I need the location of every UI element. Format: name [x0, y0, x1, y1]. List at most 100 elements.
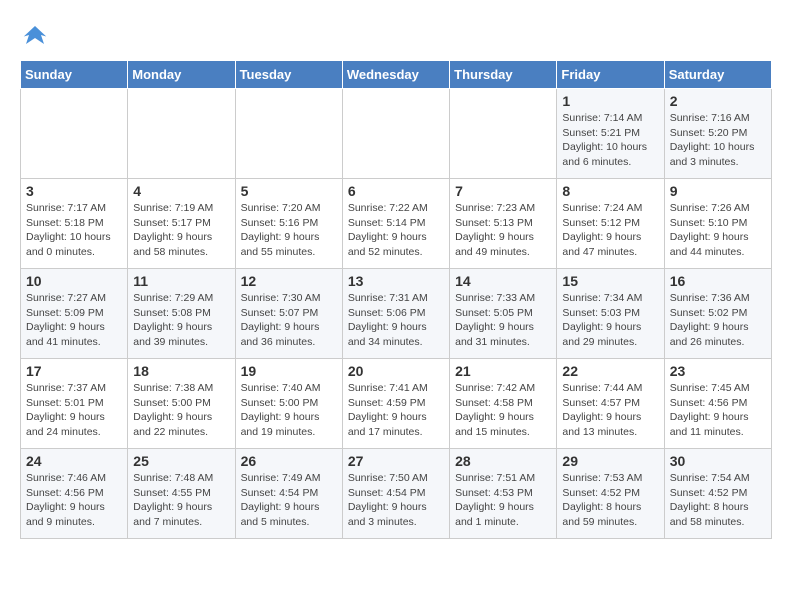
day-info: Sunrise: 7:26 AM Sunset: 5:10 PM Dayligh… — [670, 201, 766, 260]
day-info: Sunrise: 7:53 AM Sunset: 4:52 PM Dayligh… — [562, 471, 658, 530]
calendar-table: SundayMondayTuesdayWednesdayThursdayFrid… — [20, 60, 772, 539]
calendar-cell: 29 Sunrise: 7:53 AM Sunset: 4:52 PM Dayli… — [557, 449, 664, 539]
day-number: 23 — [670, 363, 766, 379]
calendar-cell: 4 Sunrise: 7:19 AM Sunset: 5:17 PM Daylig… — [128, 179, 235, 269]
calendar-cell: 30Sunrise: 7:54 AM Sunset: 4:52 PM Dayli… — [664, 449, 771, 539]
day-info: Sunrise: 7:48 AM Sunset: 4:55 PM Dayligh… — [133, 471, 229, 530]
calendar-header: SundayMondayTuesdayWednesdayThursdayFrid… — [21, 61, 772, 89]
calendar-cell: 1 Sunrise: 7:14 AM Sunset: 5:21 PM Daylig… — [557, 89, 664, 179]
day-number: 1 — [562, 93, 658, 109]
day-number: 5 — [241, 183, 337, 199]
day-info: Sunrise: 7:14 AM Sunset: 5:21 PM Dayligh… — [562, 111, 658, 170]
calendar-week-1: 1 Sunrise: 7:14 AM Sunset: 5:21 PM Daylig… — [21, 89, 772, 179]
calendar-cell: 7 Sunrise: 7:23 AM Sunset: 5:13 PM Daylig… — [450, 179, 557, 269]
calendar-cell — [450, 89, 557, 179]
calendar-cell: 18Sunrise: 7:38 AM Sunset: 5:00 PM Dayli… — [128, 359, 235, 449]
weekday-header-monday: Monday — [128, 61, 235, 89]
day-info: Sunrise: 7:30 AM Sunset: 5:07 PM Dayligh… — [241, 291, 337, 350]
day-info: Sunrise: 7:41 AM Sunset: 4:59 PM Dayligh… — [348, 381, 444, 440]
day-info: Sunrise: 7:46 AM Sunset: 4:56 PM Dayligh… — [26, 471, 122, 530]
day-info: Sunrise: 7:19 AM Sunset: 5:17 PM Dayligh… — [133, 201, 229, 260]
day-info: Sunrise: 7:24 AM Sunset: 5:12 PM Dayligh… — [562, 201, 658, 260]
day-info: Sunrise: 7:23 AM Sunset: 5:13 PM Dayligh… — [455, 201, 551, 260]
calendar-cell: 10Sunrise: 7:27 AM Sunset: 5:09 PM Dayli… — [21, 269, 128, 359]
day-number: 20 — [348, 363, 444, 379]
weekday-header-wednesday: Wednesday — [342, 61, 449, 89]
calendar-cell: 17 Sunrise: 7:37 AM Sunset: 5:01 PM Dayli… — [21, 359, 128, 449]
calendar-week-5: 24Sunrise: 7:46 AM Sunset: 4:56 PM Dayli… — [21, 449, 772, 539]
day-info: Sunrise: 7:42 AM Sunset: 4:58 PM Dayligh… — [455, 381, 551, 440]
day-number: 25 — [133, 453, 229, 469]
calendar-cell — [235, 89, 342, 179]
day-number: 9 — [670, 183, 766, 199]
calendar-cell: 25 Sunrise: 7:48 AM Sunset: 4:55 PM Dayli… — [128, 449, 235, 539]
calendar-cell: 19 Sunrise: 7:40 AM Sunset: 5:00 PM Dayli… — [235, 359, 342, 449]
logo-icon — [20, 20, 50, 50]
day-number: 19 — [241, 363, 337, 379]
day-number: 4 — [133, 183, 229, 199]
weekday-header-thursday: Thursday — [450, 61, 557, 89]
calendar-cell: 2Sunrise: 7:16 AM Sunset: 5:20 PM Daylig… — [664, 89, 771, 179]
day-info: Sunrise: 7:20 AM Sunset: 5:16 PM Dayligh… — [241, 201, 337, 260]
calendar-cell — [21, 89, 128, 179]
logo — [20, 20, 54, 50]
calendar-cell — [128, 89, 235, 179]
day-info: Sunrise: 7:44 AM Sunset: 4:57 PM Dayligh… — [562, 381, 658, 440]
day-info: Sunrise: 7:50 AM Sunset: 4:54 PM Dayligh… — [348, 471, 444, 530]
calendar-cell: 24Sunrise: 7:46 AM Sunset: 4:56 PM Dayli… — [21, 449, 128, 539]
day-info: Sunrise: 7:17 AM Sunset: 5:18 PM Dayligh… — [26, 201, 122, 260]
weekday-header-friday: Friday — [557, 61, 664, 89]
day-number: 12 — [241, 273, 337, 289]
calendar-cell — [342, 89, 449, 179]
day-number: 14 — [455, 273, 551, 289]
calendar-cell: 21 Sunrise: 7:42 AM Sunset: 4:58 PM Dayli… — [450, 359, 557, 449]
day-number: 29 — [562, 453, 658, 469]
day-info: Sunrise: 7:22 AM Sunset: 5:14 PM Dayligh… — [348, 201, 444, 260]
calendar-cell: 8 Sunrise: 7:24 AM Sunset: 5:12 PM Daylig… — [557, 179, 664, 269]
calendar-cell: 3Sunrise: 7:17 AM Sunset: 5:18 PM Daylig… — [21, 179, 128, 269]
day-number: 6 — [348, 183, 444, 199]
day-number: 13 — [348, 273, 444, 289]
day-info: Sunrise: 7:16 AM Sunset: 5:20 PM Dayligh… — [670, 111, 766, 170]
calendar-cell: 13 Sunrise: 7:31 AM Sunset: 5:06 PM Dayli… — [342, 269, 449, 359]
day-info: Sunrise: 7:29 AM Sunset: 5:08 PM Dayligh… — [133, 291, 229, 350]
day-info: Sunrise: 7:36 AM Sunset: 5:02 PM Dayligh… — [670, 291, 766, 350]
calendar-cell: 14Sunrise: 7:33 AM Sunset: 5:05 PM Dayli… — [450, 269, 557, 359]
day-info: Sunrise: 7:34 AM Sunset: 5:03 PM Dayligh… — [562, 291, 658, 350]
day-number: 22 — [562, 363, 658, 379]
weekday-header-tuesday: Tuesday — [235, 61, 342, 89]
day-number: 21 — [455, 363, 551, 379]
calendar-week-2: 3Sunrise: 7:17 AM Sunset: 5:18 PM Daylig… — [21, 179, 772, 269]
calendar-cell: 9 Sunrise: 7:26 AM Sunset: 5:10 PM Daylig… — [664, 179, 771, 269]
day-number: 28 — [455, 453, 551, 469]
day-number: 10 — [26, 273, 122, 289]
day-info: Sunrise: 7:51 AM Sunset: 4:53 PM Dayligh… — [455, 471, 551, 530]
calendar-cell: 11 Sunrise: 7:29 AM Sunset: 5:08 PM Dayli… — [128, 269, 235, 359]
day-info: Sunrise: 7:31 AM Sunset: 5:06 PM Dayligh… — [348, 291, 444, 350]
day-number: 15 — [562, 273, 658, 289]
day-number: 17 — [26, 363, 122, 379]
day-info: Sunrise: 7:38 AM Sunset: 5:00 PM Dayligh… — [133, 381, 229, 440]
calendar-body: 1 Sunrise: 7:14 AM Sunset: 5:21 PM Daylig… — [21, 89, 772, 539]
day-number: 26 — [241, 453, 337, 469]
calendar-cell: 5 Sunrise: 7:20 AM Sunset: 5:16 PM Daylig… — [235, 179, 342, 269]
day-number: 27 — [348, 453, 444, 469]
calendar-cell: 23 Sunrise: 7:45 AM Sunset: 4:56 PM Dayli… — [664, 359, 771, 449]
day-info: Sunrise: 7:37 AM Sunset: 5:01 PM Dayligh… — [26, 381, 122, 440]
day-info: Sunrise: 7:40 AM Sunset: 5:00 PM Dayligh… — [241, 381, 337, 440]
calendar-cell: 20 Sunrise: 7:41 AM Sunset: 4:59 PM Dayli… — [342, 359, 449, 449]
day-info: Sunrise: 7:49 AM Sunset: 4:54 PM Dayligh… — [241, 471, 337, 530]
calendar-cell: 27 Sunrise: 7:50 AM Sunset: 4:54 PM Dayli… — [342, 449, 449, 539]
calendar-cell: 22 Sunrise: 7:44 AM Sunset: 4:57 PM Dayli… — [557, 359, 664, 449]
day-number: 7 — [455, 183, 551, 199]
weekday-header-sunday: Sunday — [21, 61, 128, 89]
calendar-cell: 28 Sunrise: 7:51 AM Sunset: 4:53 PM Dayli… — [450, 449, 557, 539]
day-number: 8 — [562, 183, 658, 199]
calendar-week-3: 10Sunrise: 7:27 AM Sunset: 5:09 PM Dayli… — [21, 269, 772, 359]
day-info: Sunrise: 7:45 AM Sunset: 4:56 PM Dayligh… — [670, 381, 766, 440]
calendar-cell: 16Sunrise: 7:36 AM Sunset: 5:02 PM Dayli… — [664, 269, 771, 359]
calendar-cell: 6 Sunrise: 7:22 AM Sunset: 5:14 PM Daylig… — [342, 179, 449, 269]
calendar-cell: 26 Sunrise: 7:49 AM Sunset: 4:54 PM Dayli… — [235, 449, 342, 539]
calendar-week-4: 17 Sunrise: 7:37 AM Sunset: 5:01 PM Dayli… — [21, 359, 772, 449]
day-number: 11 — [133, 273, 229, 289]
